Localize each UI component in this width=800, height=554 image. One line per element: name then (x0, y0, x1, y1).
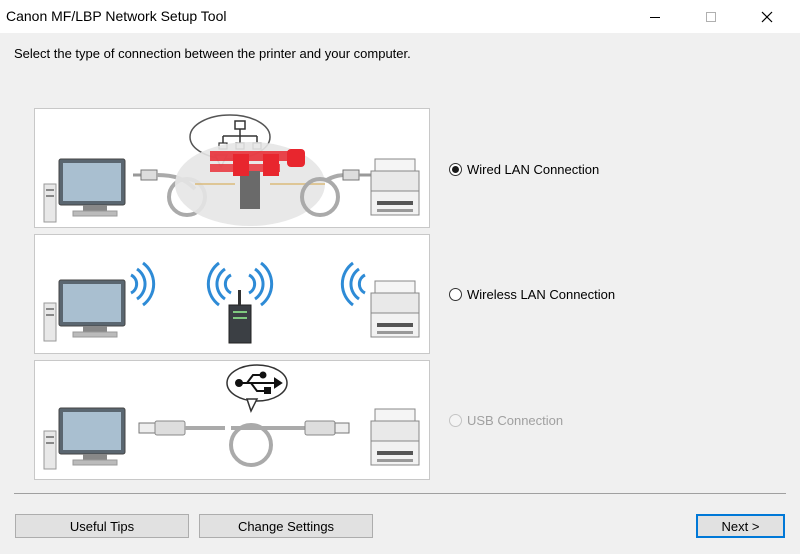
wifi-signal-icon (206, 261, 366, 307)
useful-tips-button[interactable]: Useful Tips (15, 514, 189, 538)
wireless-lan-illustration[interactable] (34, 234, 430, 354)
wired-lan-label: Wired LAN Connection (467, 162, 600, 177)
wired-lan-illustration[interactable] (34, 108, 430, 228)
computer-icon (43, 158, 126, 223)
wifi-signal-icon (130, 261, 156, 307)
footer-divider (14, 493, 786, 494)
computer-icon (43, 407, 126, 470)
printer-icon (370, 158, 420, 216)
change-settings-button[interactable]: Change Settings (199, 514, 373, 538)
usb-illustration[interactable] (34, 360, 430, 480)
printer-icon (370, 408, 420, 466)
minimize-icon (650, 16, 660, 18)
wireless-lan-radio[interactable] (449, 288, 462, 301)
printer-icon (370, 280, 420, 338)
router-icon (175, 142, 325, 226)
instruction-text: Select the type of connection between th… (14, 46, 411, 61)
close-button[interactable] (744, 0, 790, 33)
wired-lan-radio[interactable] (449, 163, 462, 176)
wireless-lan-option[interactable]: Wireless LAN Connection (449, 287, 615, 302)
close-icon (761, 11, 773, 22)
minimize-button[interactable] (632, 0, 678, 33)
usb-radio (449, 414, 462, 427)
router-icon (228, 290, 252, 344)
title-bar: Canon MF/LBP Network Setup Tool (0, 0, 800, 33)
next-button[interactable]: Next > (696, 514, 785, 538)
maximize-button[interactable] (688, 0, 734, 33)
window-title: Canon MF/LBP Network Setup Tool (6, 8, 227, 24)
computer-icon (43, 279, 126, 342)
usb-label: USB Connection (467, 413, 564, 428)
usb-option: USB Connection (449, 413, 563, 428)
wired-lan-option[interactable]: Wired LAN Connection (449, 162, 599, 177)
maximize-icon (706, 11, 716, 22)
wireless-lan-label: Wireless LAN Connection (467, 287, 616, 302)
